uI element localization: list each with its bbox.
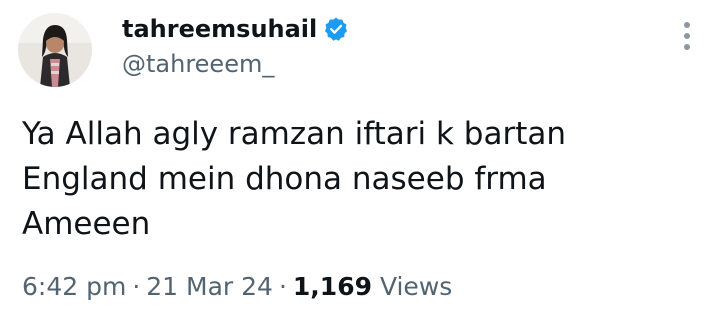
author-block: tahreemsuhail @tahreeem_ <box>122 12 349 78</box>
avatar[interactable] <box>18 13 92 87</box>
tweet-time[interactable]: 6:42 pm <box>22 272 126 301</box>
user-handle[interactable]: @tahreeem_ <box>122 50 349 78</box>
views-label: Views <box>379 272 453 301</box>
tweet-text-line: England mein dhona naseeb frma <box>22 161 547 197</box>
more-options-icon[interactable] <box>682 22 692 56</box>
tweet-text: Ya Allah agly ramzan iftari k bartan Eng… <box>22 112 702 247</box>
display-name[interactable]: tahreemsuhail <box>122 15 317 43</box>
tweet-text-line: Ya Allah agly ramzan iftari k bartan <box>22 116 567 152</box>
tweet-date[interactable]: 21 Mar 24 <box>146 272 273 301</box>
separator: · <box>132 272 141 301</box>
verified-badge-icon <box>323 16 349 42</box>
tweet-meta: 6:42 pm · 21 Mar 24 · 1,169 Views <box>22 272 452 301</box>
name-row: tahreemsuhail <box>122 12 349 46</box>
tweet-text-line: Ameeen <box>22 206 151 242</box>
views-count[interactable]: 1,169 <box>293 272 372 301</box>
separator: · <box>278 272 287 301</box>
tweet-card: tahreemsuhail @tahreeem_ Ya Allah agly r… <box>0 0 720 320</box>
